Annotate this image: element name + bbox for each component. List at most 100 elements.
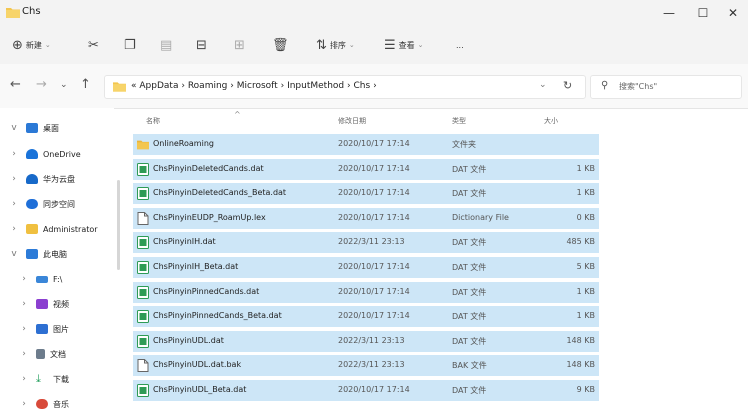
document-icon	[36, 349, 45, 359]
expand-chevron-icon[interactable]: ›	[8, 149, 20, 159]
search-input[interactable]: ⚲ 搜索"Chs"	[590, 75, 742, 99]
expand-chevron-icon[interactable]: ›	[18, 274, 30, 284]
recent-chevron-icon[interactable]: ⌄	[60, 80, 68, 90]
sidebar-item-label: F:\	[53, 274, 63, 284]
file-date: 2020/10/17 17:14	[338, 262, 410, 271]
file-date: 2020/10/17 17:14	[338, 188, 410, 198]
rename-button[interactable]: ⊟	[196, 36, 207, 54]
copy-button[interactable]: ❐	[124, 36, 136, 54]
delete-button[interactable]: 🗑	[272, 36, 289, 54]
file-name: ChsPinyinUDL.dat	[153, 335, 224, 345]
view-label: 查看	[398, 40, 415, 50]
expand-chevron-icon[interactable]: ›	[8, 174, 20, 184]
file-size: 1 KB	[576, 188, 595, 198]
sidebar-item-label: 下载	[53, 374, 69, 384]
column-header-date[interactable]: 修改日期	[338, 116, 366, 126]
file-date: 2020/10/17 17:14	[338, 385, 410, 394]
forward-arrow-icon[interactable]: →	[36, 77, 47, 92]
file-row[interactable]: ChsPinyinUDL.dat.bak 2022/3/11 23:13 BAK 文…	[133, 355, 599, 377]
column-header-type[interactable]: 类型	[452, 116, 466, 126]
view-button[interactable]: ☰ 查看 ⌄	[384, 36, 424, 54]
new-button[interactable]: ⊕ 新建 ⌄	[12, 36, 51, 54]
paste-button[interactable]: ▤	[160, 36, 172, 54]
sidebar-item-desktop[interactable]: v 桌面	[0, 118, 114, 138]
column-header-size[interactable]: 大小	[544, 116, 558, 126]
breadcrumb: « AppData › Roaming › Microsoft › InputM…	[131, 81, 377, 91]
expand-chevron-icon[interactable]: ›	[18, 374, 30, 384]
expand-chevron-icon[interactable]: ›	[18, 349, 30, 359]
expand-chevron-icon[interactable]: ›	[18, 299, 30, 309]
expand-chevron-icon[interactable]: v	[8, 123, 20, 133]
breadcrumb-separator: ›	[181, 81, 185, 91]
cloud-icon	[26, 149, 38, 159]
file-name: OnlineRoaming	[153, 139, 214, 148]
up-arrow-icon[interactable]: ↑	[80, 77, 91, 92]
paste-icon: ▤	[160, 37, 173, 53]
sidebar-item-pictures[interactable]: › 图片	[10, 319, 110, 339]
sidebar-item-music[interactable]: › 音乐	[10, 394, 110, 414]
column-header-name[interactable]: 名称	[146, 116, 160, 126]
dat-file-icon	[137, 187, 149, 201]
file-name: ChsPinyinEUDP_RoamUp.lex	[153, 212, 266, 222]
more-button[interactable]: ...	[456, 36, 464, 54]
file-type: DAT 文件	[452, 263, 487, 272]
sidebar-item-label: 同步空间	[43, 199, 75, 209]
sidebar-item-huawei-cloud[interactable]: › 华为云盘	[0, 169, 114, 189]
expand-chevron-icon[interactable]: ›	[8, 224, 20, 234]
file-row[interactable]: ChsPinyinDeletedCands_Beta.dat 2020/10/17…	[133, 183, 599, 205]
expand-chevron-icon[interactable]: ›	[18, 324, 30, 334]
folder-icon	[26, 224, 38, 234]
navigation-pane: v 桌面 › OneDrive › 华为云盘 › 同步空间 › Administ…	[0, 108, 114, 409]
pane-scrollbar[interactable]	[117, 180, 120, 270]
dat-file-icon	[137, 285, 149, 299]
sort-button[interactable]: ⇅ 排序 ⌄	[316, 36, 355, 54]
sidebar-item-administrator[interactable]: › Administrator	[0, 219, 114, 239]
file-size: 148 KB	[566, 360, 595, 370]
breadcrumb-item[interactable]: Roaming	[188, 81, 228, 91]
file-row[interactable]: ChsPinyinDeletedCands.dat 2020/10/17 17:1…	[133, 158, 599, 180]
sidebar-item-drive-f[interactable]: › F:\	[10, 269, 110, 289]
breadcrumb-item[interactable]: Microsoft	[237, 81, 278, 91]
minimize-button[interactable]: —	[652, 2, 686, 24]
sidebar-item-onedrive[interactable]: › OneDrive	[0, 144, 114, 164]
scissors-icon: ✂	[88, 37, 99, 53]
breadcrumb-item[interactable]: Chs	[354, 81, 371, 91]
chevron-down-icon: ⌄	[417, 41, 424, 49]
breadcrumb-overflow[interactable]: «	[131, 81, 137, 91]
file-row[interactable]: ChsPinyinIH.dat 2022/3/11 23:13 DAT 文件 485 …	[133, 232, 599, 254]
sidebar-item-this-pc[interactable]: v 此电脑	[0, 244, 114, 264]
share-button[interactable]: ⊞	[234, 36, 245, 54]
file-row[interactable]: ChsPinyinPinnedCands_Beta.dat 2020/10/17 …	[133, 306, 599, 328]
breadcrumb-item[interactable]: AppData	[139, 81, 178, 91]
address-bar[interactable]: « AppData › Roaming › Microsoft › InputM…	[104, 75, 586, 99]
file-row[interactable]: OnlineRoaming 2020/10/17 17:14 文件夹	[133, 134, 599, 155]
file-name: ChsPinyinIH_Beta.dat	[153, 262, 239, 271]
sidebar-item-documents[interactable]: › 文档	[10, 344, 110, 364]
sidebar-item-sync-space[interactable]: › 同步空间	[0, 194, 114, 214]
file-row[interactable]: ChsPinyinUDL.dat 2022/3/11 23:13 DAT 文件 148…	[133, 330, 599, 352]
sidebar-item-videos[interactable]: › 视频	[10, 294, 110, 314]
refresh-icon[interactable]: ↻	[563, 79, 572, 92]
expand-chevron-icon[interactable]: v	[8, 249, 20, 259]
sidebar-item-downloads[interactable]: › ⤓ 下载	[10, 369, 110, 389]
expand-chevron-icon[interactable]: ›	[8, 199, 20, 209]
file-row[interactable]: ChsPinyinEUDP_RoamUp.lex 2020/10/17 17:14…	[133, 207, 599, 229]
back-arrow-icon[interactable]: ←	[10, 77, 21, 92]
window-title: Chs	[22, 6, 41, 17]
document-icon	[137, 211, 149, 225]
file-row[interactable]: ChsPinyinIH_Beta.dat 2020/10/17 17:14 DAT …	[133, 257, 599, 278]
close-button[interactable]: ✕	[716, 2, 748, 24]
sidebar-item-label: Administrator	[43, 224, 98, 234]
file-size: 1 KB	[576, 286, 595, 296]
new-label: 新建	[25, 40, 42, 50]
maximize-button[interactable]: ☐	[686, 2, 720, 24]
cut-button[interactable]: ✂	[88, 36, 99, 54]
file-size: 5 KB	[576, 262, 595, 271]
breadcrumb-item[interactable]: InputMethod	[287, 81, 344, 91]
file-row[interactable]: ChsPinyinPinnedCands.dat 2020/10/17 17:14…	[133, 281, 599, 303]
file-row[interactable]: ChsPinyinUDL_Beta.dat 2020/10/17 17:14 DAT…	[133, 380, 599, 401]
drive-icon	[36, 275, 48, 283]
address-history-chevron-icon[interactable]: ⌄	[539, 80, 547, 90]
file-size: 1 KB	[576, 163, 595, 173]
sort-label: 排序	[329, 40, 346, 50]
